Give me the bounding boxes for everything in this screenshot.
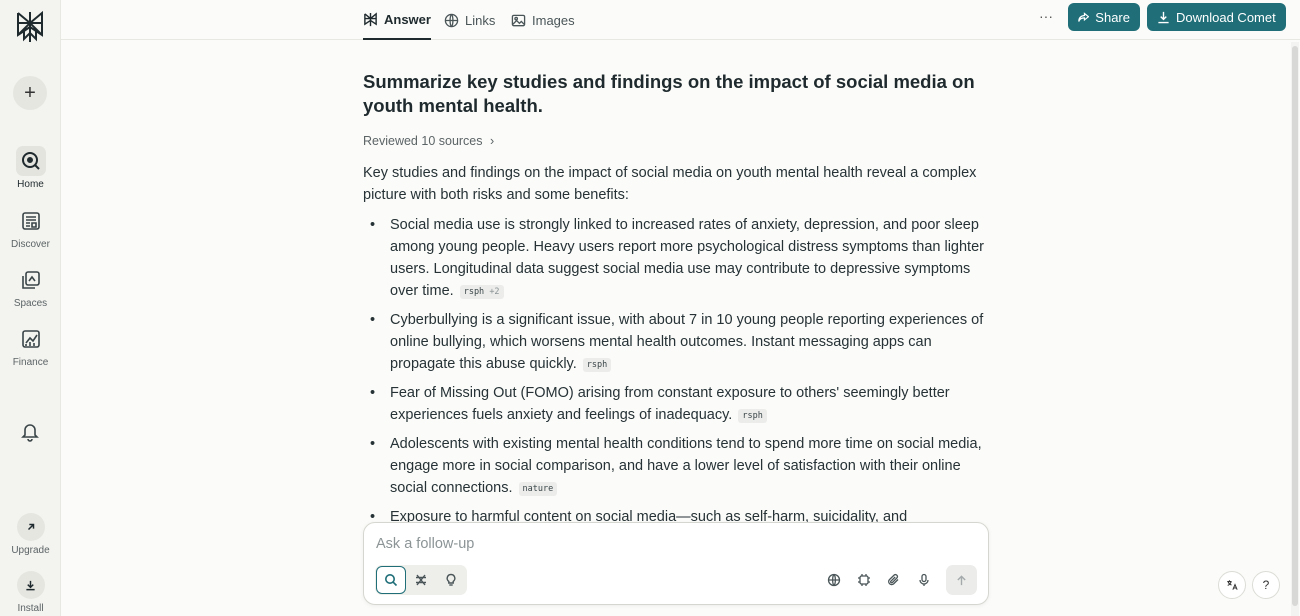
sidebar-item-label: Discover (11, 239, 50, 250)
finding-text: Cyberbullying is a significant issue, wi… (390, 312, 984, 372)
install-label: Install (17, 603, 44, 614)
help-button[interactable]: ? (1252, 571, 1280, 599)
submit-button[interactable] (946, 565, 977, 595)
answer-intro: Key studies and findings on the impact o… (363, 165, 977, 203)
image-icon (511, 14, 526, 26)
share-label: Share (1095, 9, 1130, 25)
search-icon (385, 574, 398, 587)
tab-images[interactable]: Images (511, 0, 575, 40)
attach-button[interactable] (885, 571, 903, 589)
answer-content: Summarize key studies and findings on th… (363, 70, 988, 535)
voice-button[interactable] (915, 571, 933, 589)
newspaper-icon (16, 206, 46, 236)
share-icon (1078, 11, 1090, 22)
tab-answer[interactable]: Answer (363, 0, 431, 40)
citation-badge[interactable]: rsph (582, 358, 612, 372)
chevron-right-icon: › (490, 134, 495, 148)
share-button[interactable]: Share (1068, 3, 1140, 31)
scrollbar-thumb[interactable] (1292, 46, 1298, 606)
follow-up-box (363, 522, 989, 605)
list-item: Social media use is strongly linked to i… (363, 214, 988, 302)
plus-icon: + (24, 81, 36, 104)
citation-badge[interactable]: rsph +2 (459, 285, 504, 299)
list-item: Adolescents with existing mental health … (363, 433, 988, 499)
reviewed-sources-link[interactable]: Reviewed 10 sources › (363, 134, 988, 148)
list-item: Fear of Missing Out (FOMO) arising from … (363, 382, 988, 426)
citation-label: rsph (463, 287, 485, 297)
tab-label: Answer (384, 11, 431, 27)
sidebar-item-finance[interactable]: Finance (0, 324, 61, 368)
new-thread-button[interactable]: + (13, 76, 47, 110)
perplexity-icon (364, 11, 377, 26)
microphone-icon (919, 573, 929, 586)
bell-icon[interactable] (19, 420, 41, 442)
cpu-icon (858, 574, 870, 586)
citation-badge[interactable]: rsph (738, 409, 767, 423)
upgrade-label: Upgrade (11, 545, 50, 556)
translate-icon (1227, 580, 1238, 590)
research-icon (416, 574, 426, 586)
more-options-button[interactable]: ··· (1036, 8, 1056, 28)
sidebar-item-label: Spaces (13, 298, 48, 309)
search-circle-icon (15, 146, 46, 176)
upgrade-button[interactable]: Upgrade (0, 513, 61, 556)
lightbulb-icon (446, 573, 456, 586)
finding-text: Adolescents with existing mental health … (390, 436, 982, 496)
perplexity-logo-icon[interactable] (14, 10, 46, 44)
language-button[interactable] (1218, 571, 1246, 599)
download-label: Download Comet (1176, 9, 1276, 25)
sidebar-item-spaces[interactable]: Spaces (0, 265, 61, 309)
paperclip-icon (888, 573, 899, 586)
follow-up-input[interactable] (376, 533, 936, 555)
globe-icon (827, 573, 841, 587)
tab-label: Images (532, 12, 575, 28)
research-mode-button[interactable] (406, 566, 436, 594)
finding-text: Fear of Missing Out (FOMO) arising from … (390, 385, 950, 423)
reviewed-sources-label: Reviewed 10 sources (363, 134, 483, 148)
labs-mode-button[interactable] (436, 566, 466, 594)
arrow-up-right-icon (16, 513, 45, 541)
citation-extra: +2 (489, 287, 500, 297)
list-item: Cyberbullying is a significant issue, wi… (363, 309, 988, 375)
top-bar: Answer Links Images ··· Share Download C… (61, 0, 1300, 40)
question-mark-icon: ? (1262, 578, 1270, 592)
search-mode-group (375, 565, 467, 595)
model-button[interactable] (855, 571, 873, 589)
findings-list: Social media use is strongly linked to i… (363, 214, 988, 528)
tab-links[interactable]: Links (444, 0, 495, 40)
citation-badge[interactable]: nature (518, 482, 558, 496)
sidebar-item-discover[interactable]: Discover (0, 206, 61, 250)
sidebar-item-label: Home (17, 179, 44, 190)
download-icon (16, 571, 45, 599)
search-mode-button[interactable] (376, 566, 406, 594)
globe-icon (444, 13, 459, 27)
sidebar-item-label: Finance (12, 357, 49, 368)
download-comet-button[interactable]: Download Comet (1147, 3, 1286, 31)
sources-button[interactable] (825, 571, 843, 589)
install-button[interactable]: Install (0, 571, 61, 614)
spaces-icon (16, 265, 46, 295)
download-icon (1158, 11, 1169, 23)
sidebar: + Home Discover Spaces Finance Upgrade I… (0, 0, 61, 616)
chart-icon (16, 324, 46, 354)
sidebar-item-home[interactable]: Home (0, 146, 61, 190)
query-title: Summarize key studies and findings on th… (363, 71, 975, 116)
arrow-up-icon (957, 574, 966, 585)
tab-label: Links (465, 12, 496, 28)
